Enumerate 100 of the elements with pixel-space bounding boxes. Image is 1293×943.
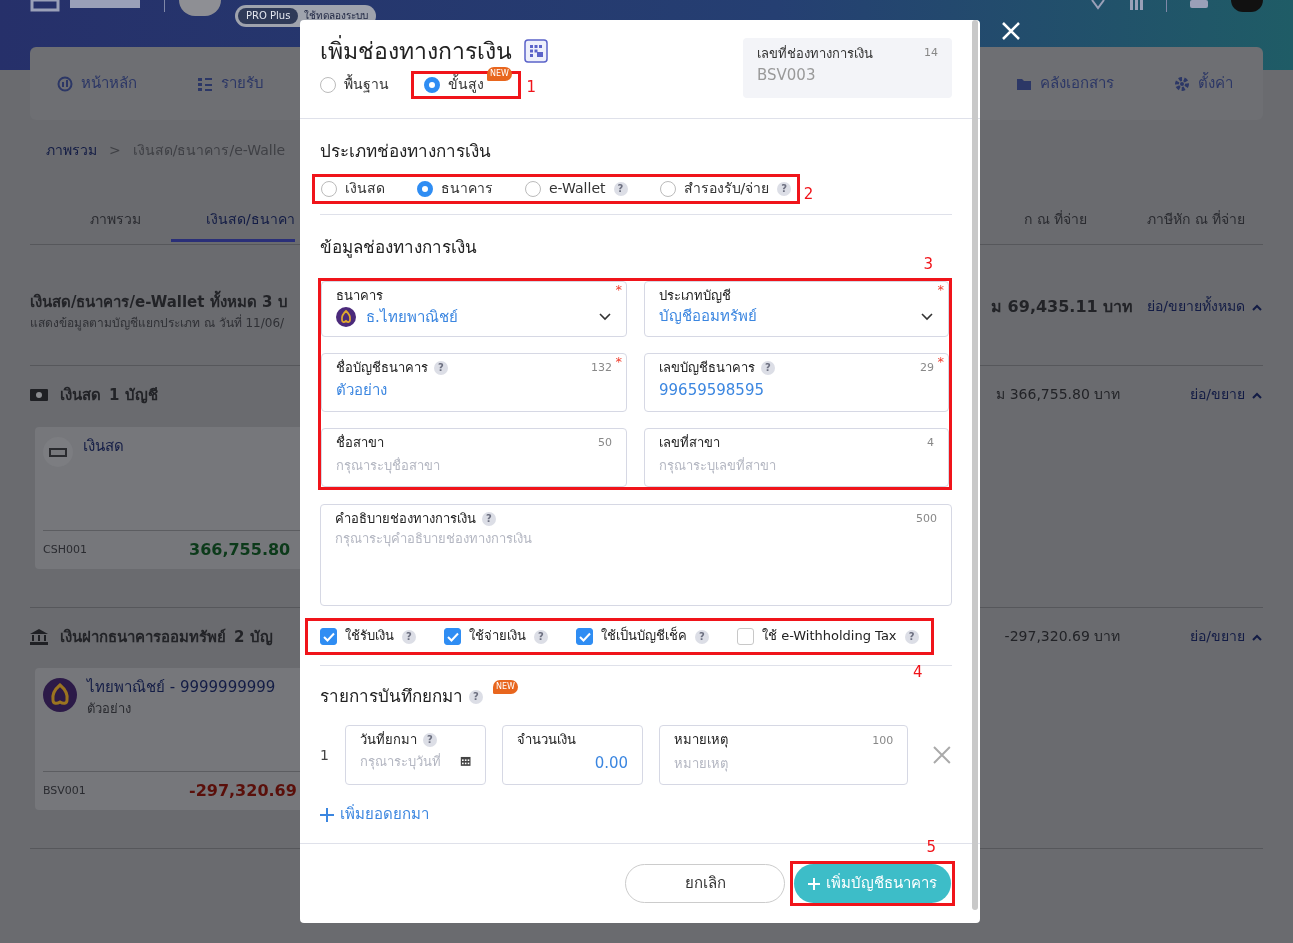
text-field[interactable]: เลขที่ช่องทางการเงิน 14 BSV003 [743,38,952,98]
required-mark: * [615,354,622,371]
help-icon[interactable]: ? [434,361,448,376]
account-balance: -297,320.69 [189,781,297,802]
checkbox[interactable] [737,628,754,645]
radio-button[interactable] [321,181,337,197]
plan-badge: PRO Plus [238,7,299,25]
collapse-link[interactable]: ย่อ/ขยายทั้งหมด [1147,298,1263,316]
breadcrumb-item[interactable]: ภาพรวม [46,142,97,160]
amount-field[interactable]: จำนวนเงิน 0.00 [502,725,644,786]
account-name: เงินสด [83,436,124,456]
page-tab[interactable]: ภาพรวม [30,202,171,242]
field-label: เลขบัญชีธนาคาร [659,360,755,377]
settings-icon [1174,75,1190,92]
radio-button[interactable] [424,77,440,94]
help-icon[interactable]: ? [695,629,709,644]
page-tab[interactable]: เงินสด/ธนาคา [171,202,295,242]
field-label: เลขที่สาขา [659,435,720,452]
nav-item[interactable]: คลังเอกสาร [1016,74,1114,93]
text-field[interactable]: เลขที่สาขา 4 กรุณาระบุเลขที่สาขา [644,428,949,487]
bank-icon [30,628,48,645]
char-counter: 132 [591,361,612,375]
grid-lock-icon[interactable] [524,39,548,64]
page-tab[interactable]: ก ณ ที่จ่าย [982,202,1106,242]
select-field[interactable]: * ธนาคาร ธ.ไทยพาณิชย์ [321,281,627,337]
submit-button[interactable]: เพิ่มบัญชีธนาคาร [794,864,951,903]
radio-button[interactable] [525,181,541,197]
date-field[interactable]: วันที่ยกมา ? กรุณาระบุวันที่ [344,725,486,786]
remove-icon[interactable] [932,745,952,766]
close-icon[interactable] [1002,22,1020,40]
text-field[interactable]: ชื่อสาขา 50 กรุณาระบุชื่อสาขา [321,428,627,487]
help-icon[interactable]: ? [469,689,483,704]
help-icon[interactable]: ? [904,629,919,644]
radio-label: ธนาคาร [441,180,493,198]
group-total: ม 366,755.80 บาท [996,386,1121,404]
chart-icon[interactable] [1128,0,1144,12]
checkbox-label: ใช้เป็นบัญชีเช็ค [601,628,687,645]
checkbox[interactable] [444,628,461,645]
required-mark: * [615,282,622,299]
text-field[interactable]: คำอธิบายช่องทางการเงิน ? 500 กรุณาระบุคำอธิบายช่องทางการเงิน [320,504,952,606]
input-field[interactable]: ตัวอย่าง [336,381,612,400]
radio-label: พื้นฐาน [344,76,389,94]
avatar-icon[interactable] [1231,0,1263,12]
trial-label: ใช้ทดลองระบบ [304,9,369,23]
account-balance: 366,755.80 [189,539,291,560]
annotation-number: 2 [803,187,814,203]
company-logo-icon [179,0,221,16]
annotation-number: 5 [926,840,936,855]
account-code: CSH001 [43,542,88,557]
input-field[interactable]: กรุณาระบุวันที่ [359,751,450,771]
chevron-up-icon [1251,632,1263,641]
nav-item[interactable]: ตั้งค่า [1174,74,1233,93]
scrollbar[interactable] [972,20,978,910]
input-field[interactable]: หมายเหตุ [674,753,894,773]
help-icon[interactable]: ? [482,512,496,527]
help-icon[interactable]: ? [534,629,548,644]
text-field[interactable]: * ชื่อบัญชีธนาคาร ? 132 ตัวอย่าง [321,353,627,412]
page-tab[interactable]: ภาษีหัก ณ ที่จ่าย [1105,202,1263,242]
char-counter: 14 [924,46,938,61]
annotation-number: 1 [526,80,536,96]
help-icon[interactable]: ? [777,182,792,196]
radio-label: e-Wallet [549,180,606,198]
select-value: ธ.ไทยพาณิชย์ [366,307,458,327]
nav-item[interactable]: รายรับ [197,74,264,93]
breadcrumb-separator: > [109,142,121,160]
radio-button[interactable] [659,181,676,197]
cancel-button[interactable]: ยกเลิก [625,864,785,903]
char-counter: 50 [598,436,612,450]
checkbox[interactable] [576,628,593,645]
input-field[interactable]: 99659598595 [659,381,934,400]
row-number: 1 [320,746,329,764]
char-counter: 4 [927,436,934,450]
required-mark: * [937,354,944,371]
input-field[interactable]: BSV003 [757,66,938,85]
chevron-up-icon [1251,303,1263,311]
collapse-link[interactable]: ย่อ/ขยาย [1190,628,1263,646]
help-icon[interactable]: ? [422,733,437,748]
list-icon [197,75,213,92]
plus-icon [808,877,820,890]
radio-button[interactable] [417,181,433,197]
help-icon[interactable]: ? [761,361,775,376]
annotation-number: 4 [913,665,923,680]
help-icon[interactable]: ? [613,182,628,196]
checkbox[interactable] [320,628,337,645]
collapse-link[interactable]: ย่อ/ขยาย [1190,386,1263,404]
new-badge: NEW [487,67,512,82]
banknote-icon [30,388,48,403]
text-field[interactable]: * เลขบัญชีธนาคาร ? 29 99659598595 [644,353,949,412]
radio-button[interactable] [320,77,336,94]
text-field[interactable]: หมายเหตุ 100 หมายเหตุ [659,725,909,786]
input-field[interactable]: 0.00 [517,753,629,773]
nav-item[interactable]: หน้าหลัก [57,74,137,93]
select-field[interactable]: * ประเภทบัญชี บัญชีออมทรัพย์ [644,281,949,337]
help-icon[interactable]: ? [402,629,416,644]
bank-logo-icon [43,678,77,713]
summary-total: ม 69,435.11 บาท [991,297,1134,317]
field-label: ชื่อบัญชีธนาคาร [336,360,428,377]
group-total: -297,320.69 บาท [1004,628,1121,646]
required-mark: * [937,282,944,299]
input-field[interactable]: กรุณาระบุเลขที่สาขา [659,456,934,475]
